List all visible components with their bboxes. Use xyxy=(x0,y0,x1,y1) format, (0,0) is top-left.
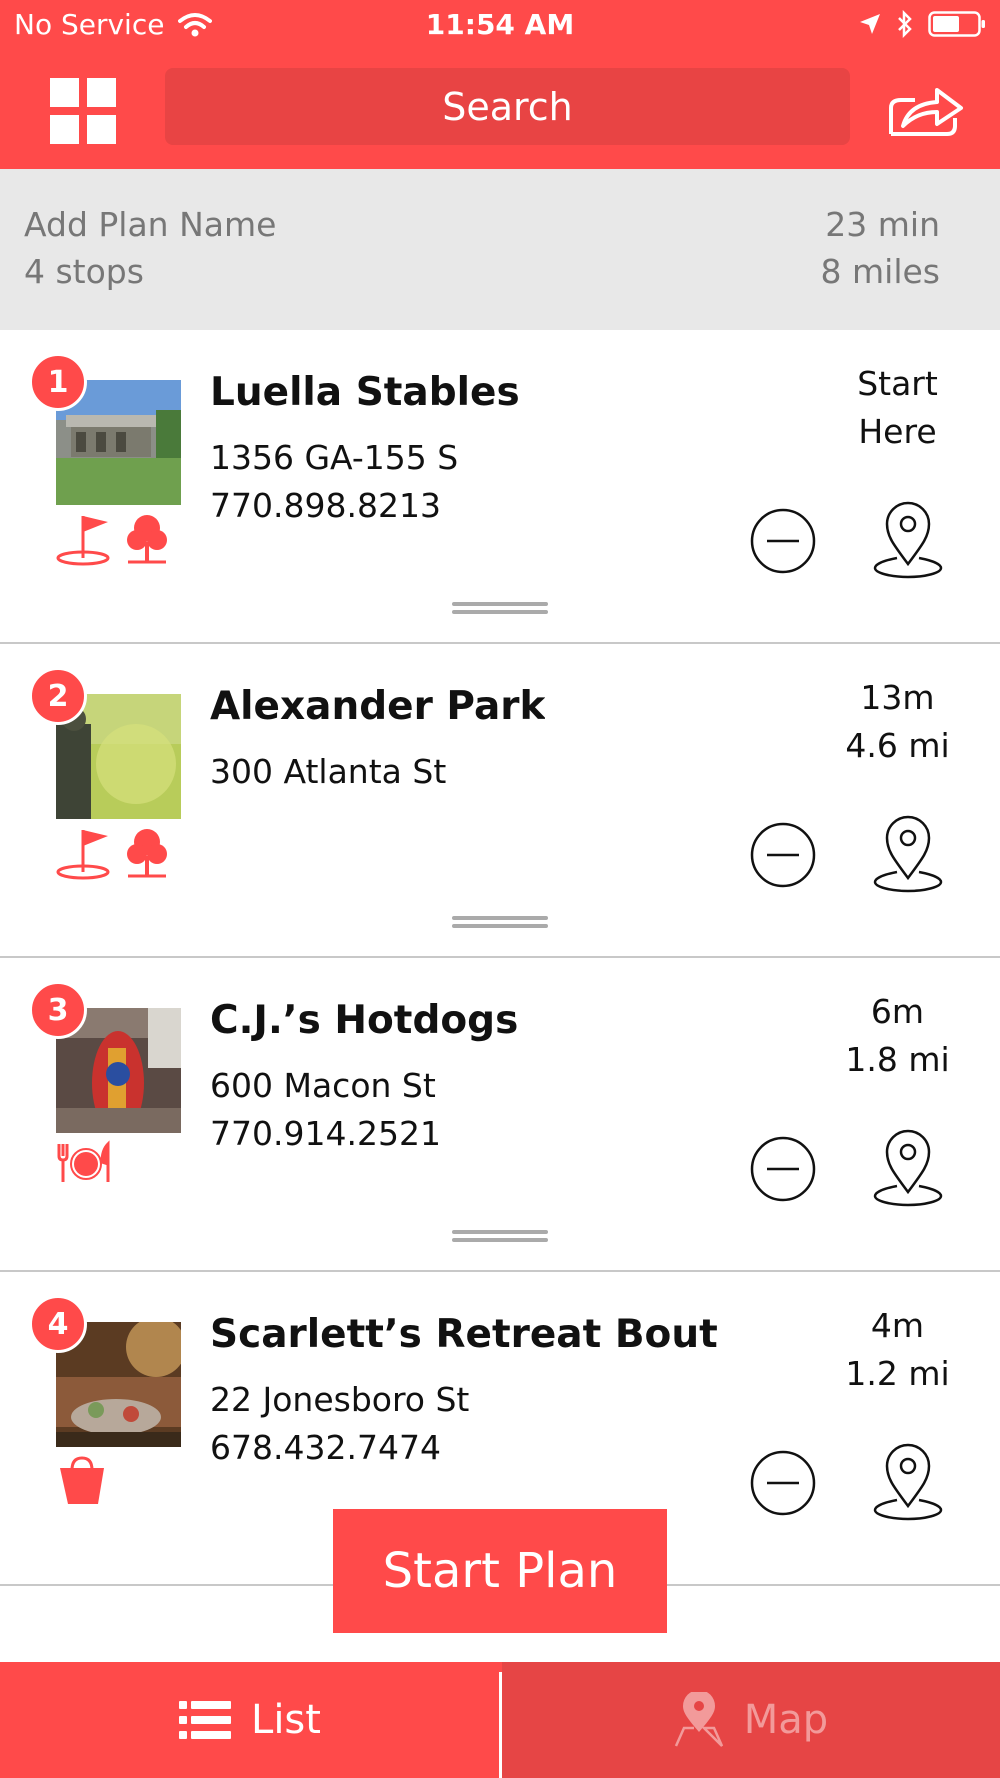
stop-number-badge: 4 xyxy=(29,1295,87,1353)
remove-stop-button[interactable] xyxy=(750,822,816,888)
map-pin-icon xyxy=(674,1692,723,1747)
eta-line-1: Start xyxy=(857,364,938,403)
stop-number-badge: 3 xyxy=(29,981,87,1039)
tab-list-label: List xyxy=(251,1697,321,1743)
search-input[interactable]: Search xyxy=(165,68,850,145)
dining-icon xyxy=(57,1140,110,1182)
stop-eta: 6m 1.8 mi xyxy=(820,988,975,1084)
search-label: Search xyxy=(442,84,573,129)
category-icons xyxy=(56,1454,108,1506)
list-icon xyxy=(179,1701,232,1739)
eta-line-2: 4.6 mi xyxy=(845,726,950,765)
battery-icon xyxy=(928,11,985,37)
stop-name: Alexander Park xyxy=(210,684,546,729)
locate-stop-button[interactable] xyxy=(873,500,943,580)
stop-item[interactable]: 1 Luella Stables 1356 GA-155 S 770.898.8… xyxy=(0,330,1000,644)
map-pin-icon xyxy=(873,1129,943,1207)
drag-handle[interactable] xyxy=(452,916,548,930)
golf-flag-icon xyxy=(56,830,110,880)
stop-number-badge: 2 xyxy=(29,667,87,725)
locate-stop-button[interactable] xyxy=(873,814,943,894)
share-button[interactable] xyxy=(885,78,965,138)
stop-name: Scarlett’s Retreat Boutiq... xyxy=(210,1312,720,1357)
eta-line-2: Here xyxy=(858,412,937,451)
shopping-bag-icon xyxy=(60,1456,104,1504)
plan-stop-count: 4 stops xyxy=(24,252,144,291)
category-icons xyxy=(56,1140,114,1184)
grid-icon-square xyxy=(50,115,79,144)
remove-stop-button[interactable] xyxy=(750,1450,816,1516)
stop-number-badge: 1 xyxy=(29,353,87,411)
stop-phone[interactable]: 770.898.8213 xyxy=(210,486,441,525)
stop-eta: 4m 1.2 mi xyxy=(820,1302,975,1398)
map-pin-icon xyxy=(873,815,943,893)
location-arrow-icon xyxy=(860,14,880,34)
stop-eta: Start Here xyxy=(820,360,975,456)
tab-map-label: Map xyxy=(743,1697,829,1743)
stop-address: 1356 GA-155 S xyxy=(210,438,459,477)
golf-flag-icon xyxy=(56,516,110,566)
stop-eta: 13m 4.6 mi xyxy=(820,674,975,770)
grid-icon-square xyxy=(87,115,116,144)
tree-icon xyxy=(127,829,167,878)
bluetooth-icon xyxy=(898,10,912,38)
menu-grid-button[interactable] xyxy=(50,78,116,144)
category-icons xyxy=(56,512,168,566)
share-icon xyxy=(889,88,963,136)
minus-circle-icon xyxy=(750,508,816,574)
tab-list[interactable]: List xyxy=(0,1662,500,1778)
grid-icon-square xyxy=(87,78,116,107)
plan-distance: 8 miles xyxy=(820,252,940,291)
tree-icon xyxy=(127,515,167,564)
map-pin-icon xyxy=(873,501,943,579)
stop-phone[interactable]: 678.432.7474 xyxy=(210,1428,441,1467)
remove-stop-button[interactable] xyxy=(750,508,816,574)
plan-summary: Add Plan Name 4 stops 23 min 8 miles xyxy=(0,169,1000,330)
stop-address: 600 Macon St xyxy=(210,1066,436,1105)
eta-line-2: 1.2 mi xyxy=(845,1354,950,1393)
stop-phone[interactable]: 770.914.2521 xyxy=(210,1114,441,1153)
tab-map[interactable]: Map xyxy=(502,1662,1000,1778)
stop-name: Luella Stables xyxy=(210,370,520,415)
locate-stop-button[interactable] xyxy=(873,1128,943,1208)
grid-icon-square xyxy=(50,78,79,107)
stop-name: C.J.’s Hotdogs xyxy=(210,998,519,1043)
start-plan-label: Start Plan xyxy=(382,1543,618,1599)
map-pin-icon xyxy=(873,1443,943,1521)
stop-address: 300 Atlanta St xyxy=(210,752,447,791)
bottom-tab-bar: List Map xyxy=(0,1662,1000,1778)
status-time: 11:54 AM xyxy=(425,8,575,41)
start-plan-button[interactable]: Start Plan xyxy=(333,1509,667,1633)
stop-address: 22 Jonesboro St xyxy=(210,1380,470,1419)
status-right xyxy=(858,10,986,38)
stop-item[interactable]: 2 Alexander Park 300 Atlanta St 13m 4.6 … xyxy=(0,644,1000,958)
eta-line-2: 1.8 mi xyxy=(845,1040,950,1079)
minus-circle-icon xyxy=(750,822,816,888)
plan-duration: 23 min xyxy=(825,205,940,244)
plan-name-field[interactable]: Add Plan Name xyxy=(24,205,276,244)
drag-handle[interactable] xyxy=(452,1230,548,1244)
minus-circle-icon xyxy=(750,1450,816,1516)
category-icons xyxy=(56,826,168,880)
minus-circle-icon xyxy=(750,1136,816,1202)
eta-line-1: 13m xyxy=(860,678,935,717)
eta-line-1: 6m xyxy=(870,992,925,1031)
status-bar: No Service 11:54 AM xyxy=(0,0,1000,52)
drag-handle[interactable] xyxy=(452,602,548,616)
app-header: No Service 11:54 AM Search xyxy=(0,0,1000,169)
locate-stop-button[interactable] xyxy=(873,1442,943,1522)
eta-line-1: 4m xyxy=(870,1306,925,1345)
stop-item[interactable]: 3 C.J.’s Hotdogs 600 Macon St 770.914.25… xyxy=(0,958,1000,1272)
remove-stop-button[interactable] xyxy=(750,1136,816,1202)
